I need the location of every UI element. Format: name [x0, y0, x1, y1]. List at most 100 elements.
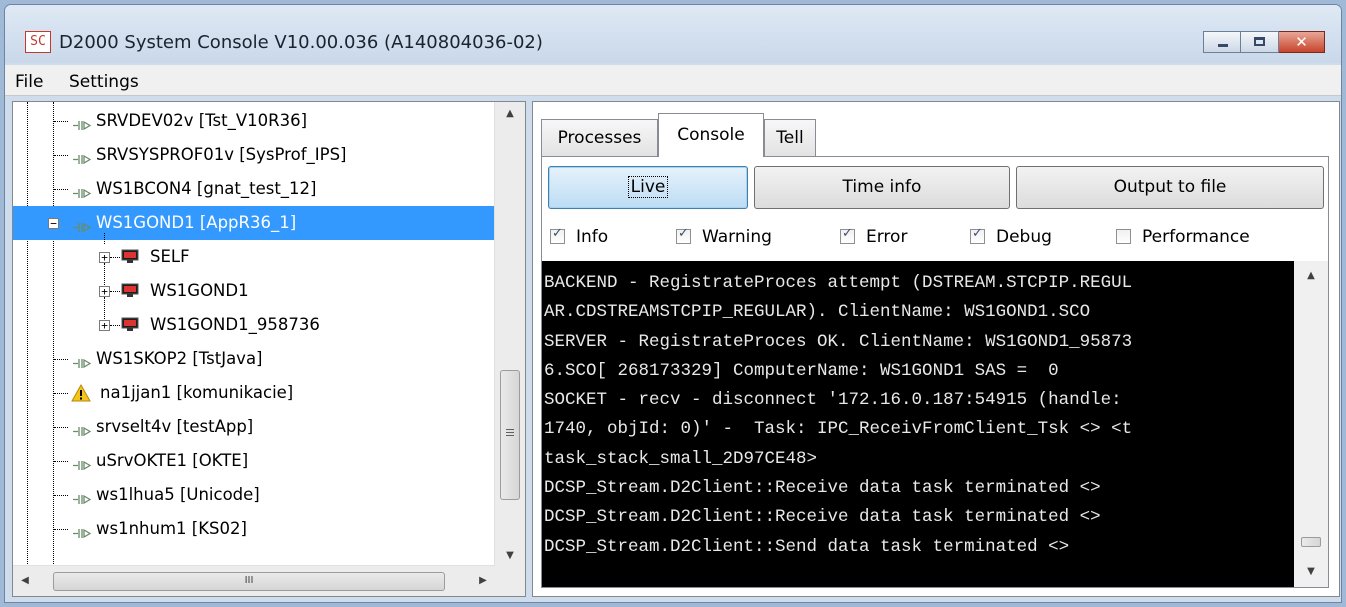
console-line: AR.CDSTREAMSTCPIP_REGULAR). ClientName: …: [544, 302, 1091, 323]
console-vscroll-thumb[interactable]: [1301, 537, 1321, 547]
output-to-file-button[interactable]: Output to file: [1016, 166, 1324, 209]
process-tree-panel: SRVDEV02v [Tst_V10R36] SRVSYSPROF01v [Sys…: [12, 101, 526, 597]
tree-vertical-scrollbar[interactable]: ▲ ▼: [494, 102, 525, 568]
live-button-label: Live: [627, 176, 669, 198]
tree-connector-line: [54, 359, 68, 360]
console-tab-content: Live Time info Output to file Info Warni…: [541, 156, 1329, 588]
tree-horizontal-scrollbar[interactable]: ◀ III ▶: [13, 565, 495, 596]
grip-line: [506, 429, 514, 430]
connection-icon: [73, 354, 92, 369]
scroll-left-arrow-icon[interactable]: ◀: [13, 566, 37, 596]
scroll-down-arrow-icon[interactable]: ▼: [1294, 557, 1328, 587]
tree-item[interactable]: SRVDEV02v [Tst_V10R36]: [13, 104, 495, 138]
filter-info-label: Info: [576, 227, 609, 247]
warning-icon: [71, 383, 91, 402]
tree-item[interactable]: srvselt4v [testApp]: [13, 410, 495, 444]
tree-item-label: ws1lhua5 [Unicode]: [96, 485, 260, 504]
tree-item[interactable]: ws1nhum1 [KS02]: [13, 512, 495, 546]
tree-item[interactable]: uSrvOKTE1 [OKTE]: [13, 444, 495, 478]
tree-item-label: srvselt4v [testApp]: [96, 417, 254, 436]
checkbox-box[interactable]: [840, 226, 855, 244]
app-logo-icon: SC: [25, 31, 51, 53]
menu-file[interactable]: File: [15, 72, 43, 92]
connection-icon: [73, 456, 92, 471]
filter-performance-label: Performance: [1142, 227, 1250, 247]
connection-icon: [73, 116, 92, 131]
checkbox-box[interactable]: [676, 226, 691, 244]
tree-vscroll-thumb[interactable]: [500, 370, 520, 500]
scroll-up-arrow-icon[interactable]: ▲: [1294, 261, 1328, 291]
minimize-button[interactable]: [1203, 31, 1241, 53]
tree-item-label: SRVDEV02v [Tst_V10R36]: [96, 111, 308, 130]
tree-item[interactable]: − WS1GOND1 [AppR36_1]: [13, 206, 495, 244]
window-title: D2000 System Console V10.00.036 (A140804…: [59, 32, 543, 53]
tree-item-label: WS1GOND1 [AppR36_1]: [93, 212, 300, 233]
checkbox-box[interactable]: [1116, 229, 1131, 244]
tree-item-label: uSrvOKTE1 [OKTE]: [96, 451, 249, 470]
menu-settings[interactable]: Settings: [69, 72, 139, 92]
console-line: DCSP_Stream.D2Client::Receive data task …: [544, 507, 1101, 528]
menu-bar: File Settings: [5, 65, 1341, 96]
scrollbar-corner: [495, 566, 525, 596]
monitor-icon: [121, 249, 139, 264]
console-vertical-scrollbar[interactable]: ▲ ▼: [1294, 261, 1328, 587]
collapse-icon[interactable]: −: [48, 218, 59, 229]
tree-item[interactable]: SRVSYSPROF01v [SysProf_IPS]: [13, 138, 495, 172]
console-line: SOCKET - recv - disconnect '172.16.0.187…: [544, 390, 1122, 411]
window-controls: ✕: [1203, 31, 1325, 53]
checkbox-box[interactable]: [970, 226, 985, 244]
tree-item-label: ws1nhum1 [KS02]: [96, 519, 247, 538]
tree-item-label: WS1BCON4 [gnat_test_12]: [96, 179, 317, 198]
grip-line: [506, 435, 514, 436]
console-line: BACKEND - RegistrateProces attempt (DSTR…: [544, 273, 1133, 293]
filter-debug-label: Debug: [996, 227, 1052, 247]
connection-icon: [73, 490, 92, 505]
console-output[interactable]: BACKEND - RegistrateProces attempt (DSTR…: [542, 261, 1328, 587]
tree-connector-line: [54, 427, 68, 428]
tree-item-label: WS1SKOP2 [TstJava]: [96, 349, 263, 368]
connection-icon: [73, 422, 92, 437]
tree-connector-line: [54, 529, 68, 530]
expand-icon[interactable]: +: [99, 286, 110, 297]
connection-icon: [73, 524, 92, 539]
tab-processes[interactable]: Processes: [541, 119, 658, 157]
console-line: 6.SCO[ 268173329] ComputerName: WS1GOND1…: [544, 360, 1059, 381]
tree-connector-line: [54, 495, 68, 496]
console-line: SERVER - RegistrateProces OK. ClientName…: [544, 331, 1133, 352]
tree-connector-line: [54, 393, 68, 394]
tab-tell[interactable]: Tell: [764, 119, 816, 157]
connection-icon: [73, 150, 92, 165]
maximize-button[interactable]: [1241, 31, 1279, 53]
tree-item[interactable]: ws1lhua5 [Unicode]: [13, 478, 495, 512]
tree-item[interactable]: na1jjan1 [komunikacie]: [13, 376, 495, 410]
grip-line: [506, 432, 514, 433]
checkbox-box[interactable]: [550, 226, 565, 244]
live-button[interactable]: Live: [548, 166, 748, 209]
console-log-text: BACKEND - RegistrateProces attempt (DSTR…: [544, 269, 1286, 562]
scroll-down-arrow-icon[interactable]: ▼: [495, 544, 525, 568]
tree-child-item[interactable]: + WS1GOND1_958736: [13, 308, 495, 342]
detail-panel: Processes Console Tell Live Time info Ou…: [532, 101, 1340, 597]
expand-icon[interactable]: +: [99, 320, 110, 331]
tree-connector-line: [54, 189, 68, 190]
scroll-up-arrow-icon[interactable]: ▲: [495, 102, 525, 126]
title-bar[interactable]: SC D2000 System Console V10.00.036 (A140…: [5, 5, 1341, 63]
console-line: DCSP_Stream.D2Client::Send data task ter…: [544, 536, 1070, 557]
tree-item-label: WS1GOND1_958736: [150, 315, 320, 334]
tree-child-item[interactable]: + SELF: [13, 240, 495, 285]
close-button[interactable]: ✕: [1279, 31, 1325, 53]
main-window: SC D2000 System Console V10.00.036 (A140…: [4, 4, 1342, 603]
tree-item[interactable]: WS1BCON4 [gnat_test_12]: [13, 172, 495, 206]
tree-child-item[interactable]: + WS1GOND1: [13, 274, 495, 319]
filter-warning-label: Warning: [702, 227, 772, 247]
tree-item[interactable]: WS1SKOP2 [TstJava]: [13, 342, 495, 376]
tree-connector-line: [110, 291, 120, 292]
tree-hscroll-thumb[interactable]: III: [53, 572, 445, 591]
time-info-button[interactable]: Time info: [754, 166, 1010, 209]
tree-connector-line: [54, 461, 68, 462]
tab-console[interactable]: Console: [658, 113, 764, 157]
tree-item-label: WS1GOND1: [150, 281, 249, 300]
scroll-right-arrow-icon[interactable]: ▶: [471, 566, 495, 596]
expand-icon[interactable]: +: [99, 252, 110, 263]
tree-connector-line: [54, 121, 68, 122]
